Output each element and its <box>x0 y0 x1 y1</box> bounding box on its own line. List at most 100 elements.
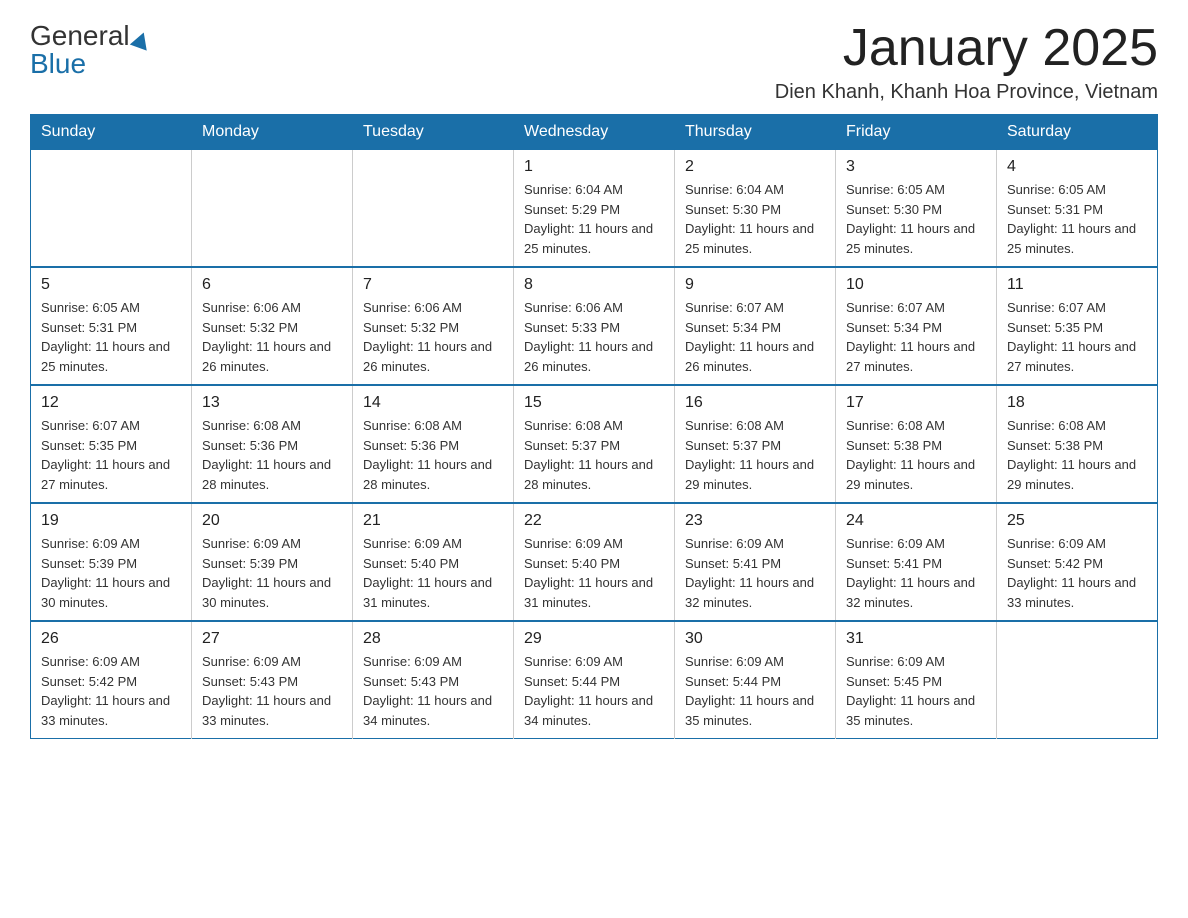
day-info: Sunrise: 6:05 AMSunset: 5:31 PMDaylight:… <box>41 298 181 376</box>
day-number: 30 <box>685 630 825 648</box>
day-number: 15 <box>524 394 664 412</box>
location-title: Dien Khanh, Khanh Hoa Province, Vietnam <box>775 81 1158 104</box>
day-number: 17 <box>846 394 986 412</box>
calendar-cell-w1-d2 <box>353 150 514 268</box>
day-info: Sunrise: 6:08 AMSunset: 5:38 PMDaylight:… <box>846 416 986 494</box>
calendar-cell-w1-d5: 3 Sunrise: 6:05 AMSunset: 5:30 PMDaylight… <box>836 150 997 268</box>
day-number: 16 <box>685 394 825 412</box>
calendar-header: SundayMondayTuesdayWednesdayThursdayFrid… <box>31 115 1158 150</box>
calendar-cell-w1-d4: 2 Sunrise: 6:04 AMSunset: 5:30 PMDaylight… <box>675 150 836 268</box>
calendar-week-2: 5Sunrise: 6:05 AMSunset: 5:31 PMDaylight… <box>31 267 1158 385</box>
calendar-cell-w4-d0: 19Sunrise: 6:09 AMSunset: 5:39 PMDayligh… <box>31 503 192 621</box>
calendar-body: 1 Sunrise: 6:04 AMSunset: 5:29 PMDaylight… <box>31 150 1158 739</box>
calendar-cell-w1-d6: 4 Sunrise: 6:05 AMSunset: 5:31 PMDaylight… <box>997 150 1158 268</box>
calendar-cell-w2-d3: 8Sunrise: 6:06 AMSunset: 5:33 PMDaylight… <box>514 267 675 385</box>
calendar-cell-w2-d2: 7 Sunrise: 6:06 AMSunset: 5:32 PMDaylight… <box>353 267 514 385</box>
day-info: Sunrise: 6:09 AMSunset: 5:42 PMDaylight:… <box>1007 534 1147 612</box>
day-number: 7 <box>363 276 503 294</box>
day-info: Sunrise: 6:09 AMSunset: 5:43 PMDaylight:… <box>363 652 503 730</box>
day-info: Sunrise: 6:09 AMSunset: 5:41 PMDaylight:… <box>685 534 825 612</box>
weekday-header-saturday: Saturday <box>997 115 1158 150</box>
day-info: Sunrise: 6:08 AMSunset: 5:36 PMDaylight:… <box>202 416 342 494</box>
calendar-cell-w3-d3: 15 Sunrise: 6:08 AMSunset: 5:37 PMDayligh… <box>514 385 675 503</box>
calendar-cell-w5-d2: 28 Sunrise: 6:09 AMSunset: 5:43 PMDayligh… <box>353 621 514 739</box>
day-number: 26 <box>41 630 181 648</box>
day-number: 1 <box>524 158 664 176</box>
calendar-week-4: 19 Sunrise: 6:09 AMSunset: 5:39 PMDayligh… <box>31 503 1158 621</box>
day-number: 4 <box>1007 158 1147 176</box>
day-info: Sunrise: 6:09 AMSunset: 5:40 PMDaylight:… <box>524 534 664 612</box>
calendar-cell-w1-d0 <box>31 150 192 268</box>
weekday-header-tuesday: Tuesday <box>353 115 514 150</box>
calendar-cell-w2-d0: 5Sunrise: 6:05 AMSunset: 5:31 PMDaylight… <box>31 267 192 385</box>
day-info: Sunrise: 6:09 AMSunset: 5:40 PMDaylight:… <box>363 534 503 612</box>
day-number: 9 <box>685 276 825 294</box>
calendar-week-1: 1 Sunrise: 6:04 AMSunset: 5:29 PMDaylight… <box>31 150 1158 268</box>
calendar-cell-w4-d6: 25 Sunrise: 6:09 AMSunset: 5:42 PMDayligh… <box>997 503 1158 621</box>
title-area: January 2025 Dien Khanh, Khanh Hoa Provi… <box>775 20 1158 104</box>
day-number: 19 <box>41 512 181 530</box>
day-number: 10 <box>846 276 986 294</box>
day-info: Sunrise: 6:07 AMSunset: 5:35 PMDaylight:… <box>1007 298 1147 376</box>
day-info: Sunrise: 6:08 AMSunset: 5:37 PMDaylight:… <box>685 416 825 494</box>
day-info: Sunrise: 6:09 AMSunset: 5:41 PMDaylight:… <box>846 534 986 612</box>
weekday-header-thursday: Thursday <box>675 115 836 150</box>
day-number: 3 <box>846 158 986 176</box>
day-info: Sunrise: 6:06 AMSunset: 5:32 PMDaylight:… <box>202 298 342 376</box>
calendar-cell-w4-d5: 24 Sunrise: 6:09 AMSunset: 5:41 PMDayligh… <box>836 503 997 621</box>
day-info: Sunrise: 6:09 AMSunset: 5:42 PMDaylight:… <box>41 652 181 730</box>
day-info: Sunrise: 6:08 AMSunset: 5:38 PMDaylight:… <box>1007 416 1147 494</box>
day-number: 8 <box>524 276 664 294</box>
day-info: Sunrise: 6:09 AMSunset: 5:43 PMDaylight:… <box>202 652 342 730</box>
day-number: 2 <box>685 158 825 176</box>
day-info: Sunrise: 6:04 AMSunset: 5:29 PMDaylight:… <box>524 180 664 258</box>
day-info: Sunrise: 6:08 AMSunset: 5:37 PMDaylight:… <box>524 416 664 494</box>
day-number: 14 <box>363 394 503 412</box>
day-info: Sunrise: 6:05 AMSunset: 5:30 PMDaylight:… <box>846 180 986 258</box>
calendar-cell-w3-d6: 18 Sunrise: 6:08 AMSunset: 5:38 PMDayligh… <box>997 385 1158 503</box>
calendar-cell-w4-d3: 22 Sunrise: 6:09 AMSunset: 5:40 PMDayligh… <box>514 503 675 621</box>
day-info: Sunrise: 6:09 AMSunset: 5:45 PMDaylight:… <box>846 652 986 730</box>
day-info: Sunrise: 6:04 AMSunset: 5:30 PMDaylight:… <box>685 180 825 258</box>
logo-triangle-icon <box>129 29 151 50</box>
day-number: 28 <box>363 630 503 648</box>
weekday-header-wednesday: Wednesday <box>514 115 675 150</box>
day-number: 21 <box>363 512 503 530</box>
day-number: 22 <box>524 512 664 530</box>
calendar-cell-w5-d0: 26 Sunrise: 6:09 AMSunset: 5:42 PMDayligh… <box>31 621 192 739</box>
day-number: 11 <box>1007 276 1147 294</box>
day-info: Sunrise: 6:09 AMSunset: 5:39 PMDaylight:… <box>202 534 342 612</box>
weekday-header-monday: Monday <box>192 115 353 150</box>
calendar-cell-w5-d1: 27 Sunrise: 6:09 AMSunset: 5:43 PMDayligh… <box>192 621 353 739</box>
calendar-cell-w3-d5: 17 Sunrise: 6:08 AMSunset: 5:38 PMDayligh… <box>836 385 997 503</box>
logo-area: General Blue <box>30 20 150 80</box>
day-number: 31 <box>846 630 986 648</box>
page-header: General Blue January 2025 Dien Khanh, Kh… <box>30 20 1158 104</box>
calendar-cell-w5-d6 <box>997 621 1158 739</box>
calendar-cell-w5-d4: 30 Sunrise: 6:09 AMSunset: 5:44 PMDayligh… <box>675 621 836 739</box>
calendar-week-5: 26 Sunrise: 6:09 AMSunset: 5:42 PMDayligh… <box>31 621 1158 739</box>
calendar-week-3: 12Sunrise: 6:07 AMSunset: 5:35 PMDayligh… <box>31 385 1158 503</box>
calendar-cell-w2-d4: 9 Sunrise: 6:07 AMSunset: 5:34 PMDaylight… <box>675 267 836 385</box>
day-number: 18 <box>1007 394 1147 412</box>
day-info: Sunrise: 6:09 AMSunset: 5:44 PMDaylight:… <box>524 652 664 730</box>
day-number: 27 <box>202 630 342 648</box>
calendar-cell-w4-d1: 20 Sunrise: 6:09 AMSunset: 5:39 PMDayligh… <box>192 503 353 621</box>
day-number: 12 <box>41 394 181 412</box>
logo-blue-text: Blue <box>30 48 86 80</box>
day-info: Sunrise: 6:06 AMSunset: 5:32 PMDaylight:… <box>363 298 503 376</box>
day-info: Sunrise: 6:07 AMSunset: 5:34 PMDaylight:… <box>846 298 986 376</box>
calendar-cell-w2-d1: 6Sunrise: 6:06 AMSunset: 5:32 PMDaylight… <box>192 267 353 385</box>
calendar-cell-w4-d2: 21 Sunrise: 6:09 AMSunset: 5:40 PMDayligh… <box>353 503 514 621</box>
weekday-row: SundayMondayTuesdayWednesdayThursdayFrid… <box>31 115 1158 150</box>
weekday-header-sunday: Sunday <box>31 115 192 150</box>
day-info: Sunrise: 6:07 AMSunset: 5:34 PMDaylight:… <box>685 298 825 376</box>
day-info: Sunrise: 6:05 AMSunset: 5:31 PMDaylight:… <box>1007 180 1147 258</box>
day-number: 24 <box>846 512 986 530</box>
calendar-cell-w3-d0: 12Sunrise: 6:07 AMSunset: 5:35 PMDayligh… <box>31 385 192 503</box>
calendar-cell-w3-d1: 13Sunrise: 6:08 AMSunset: 5:36 PMDayligh… <box>192 385 353 503</box>
day-number: 20 <box>202 512 342 530</box>
day-number: 25 <box>1007 512 1147 530</box>
day-info: Sunrise: 6:09 AMSunset: 5:44 PMDaylight:… <box>685 652 825 730</box>
month-title: January 2025 <box>775 20 1158 77</box>
